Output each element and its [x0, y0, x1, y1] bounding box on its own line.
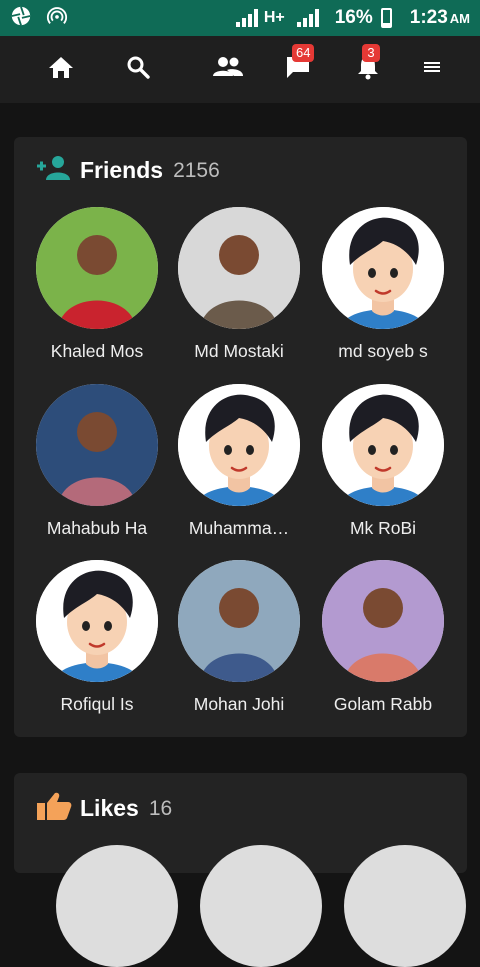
nav-menu[interactable]	[404, 36, 460, 103]
friend-name[interactable]: Mahabub Ha	[27, 518, 167, 539]
friend-name[interactable]: Khaled Mos	[27, 341, 167, 362]
add-friend-icon	[36, 155, 72, 186]
signal-icon	[235, 9, 258, 27]
friend-item[interactable]: Mahabub Ha	[27, 384, 167, 539]
friend-avatar[interactable]	[322, 207, 444, 329]
friends-count: 2156	[173, 158, 220, 182]
like-thumbnail[interactable]	[200, 845, 322, 967]
nav-friends[interactable]	[200, 36, 256, 103]
friend-item[interactable]: Mk RoBi	[313, 384, 453, 539]
friend-name[interactable]: Mohan Johi	[169, 694, 309, 715]
likes-title: Likes	[80, 795, 139, 821]
top-nav-bar: 64 3	[0, 36, 480, 103]
friends-card: Friends 2156 Khaled Mos Md Mostaki md soye…	[14, 137, 467, 737]
likes-count: 16	[148, 796, 173, 820]
nav-notifications[interactable]: 3	[340, 36, 396, 103]
search-icon	[126, 55, 150, 84]
friend-item[interactable]: Muhamma…	[169, 384, 309, 539]
menu-icon	[424, 60, 440, 79]
friend-name[interactable]: Muhamma…	[169, 518, 309, 539]
friend-name[interactable]: Rofiqul Is	[27, 694, 167, 715]
friend-item[interactable]: Rofiqul Is	[27, 560, 167, 715]
friend-avatar[interactable]	[178, 560, 300, 682]
friend-avatar[interactable]	[36, 560, 158, 682]
friend-item[interactable]: md soyeb s	[313, 207, 453, 362]
network-type: H+	[263, 9, 285, 26]
friend-name[interactable]: Md Mostaki	[169, 341, 309, 362]
like-thumbnail[interactable]	[56, 845, 178, 967]
shutter-icon	[10, 5, 32, 32]
friend-name[interactable]: Mk RoBi	[313, 518, 453, 539]
battery-percent: 16%	[334, 7, 373, 28]
friend-avatar[interactable]	[36, 207, 158, 329]
friend-item[interactable]: Golam Rabb	[313, 560, 453, 715]
friends-header[interactable]: Friends 2156	[36, 155, 220, 186]
status-bar: H+ 16% 1:23 AM	[0, 0, 480, 36]
messages-badge: 64	[292, 44, 315, 62]
friend-avatar[interactable]	[36, 384, 158, 506]
friend-avatar[interactable]	[322, 560, 444, 682]
friend-item[interactable]: Md Mostaki	[169, 207, 309, 362]
friends-title: Friends	[80, 157, 164, 183]
likes-header[interactable]: Likes 16	[36, 791, 172, 826]
thumbs-up-icon	[36, 791, 72, 826]
clock: 1:23 AM	[410, 7, 470, 29]
friend-avatar[interactable]	[322, 384, 444, 506]
signal-icon-2	[296, 9, 319, 27]
likes-card: Likes 16	[14, 773, 467, 967]
hotspot-icon	[46, 5, 68, 32]
friend-item[interactable]: Khaled Mos	[27, 207, 167, 362]
nav-home[interactable]	[33, 36, 89, 103]
nav-search[interactable]	[110, 36, 166, 103]
friend-avatar[interactable]	[178, 207, 300, 329]
friend-name[interactable]: md soyeb s	[313, 341, 453, 362]
friend-name[interactable]: Golam Rabb	[313, 694, 453, 715]
notifications-badge: 3	[362, 44, 380, 62]
friends-icon	[213, 56, 243, 83]
like-thumbnail[interactable]	[344, 845, 466, 967]
nav-messages[interactable]: 64	[270, 36, 326, 103]
clock-time: 1:23	[409, 7, 448, 28]
battery-icon	[380, 8, 392, 28]
home-icon	[48, 55, 74, 84]
friend-avatar[interactable]	[178, 384, 300, 506]
friend-item[interactable]: Mohan Johi	[169, 560, 309, 715]
clock-ampm: AM	[449, 11, 470, 26]
